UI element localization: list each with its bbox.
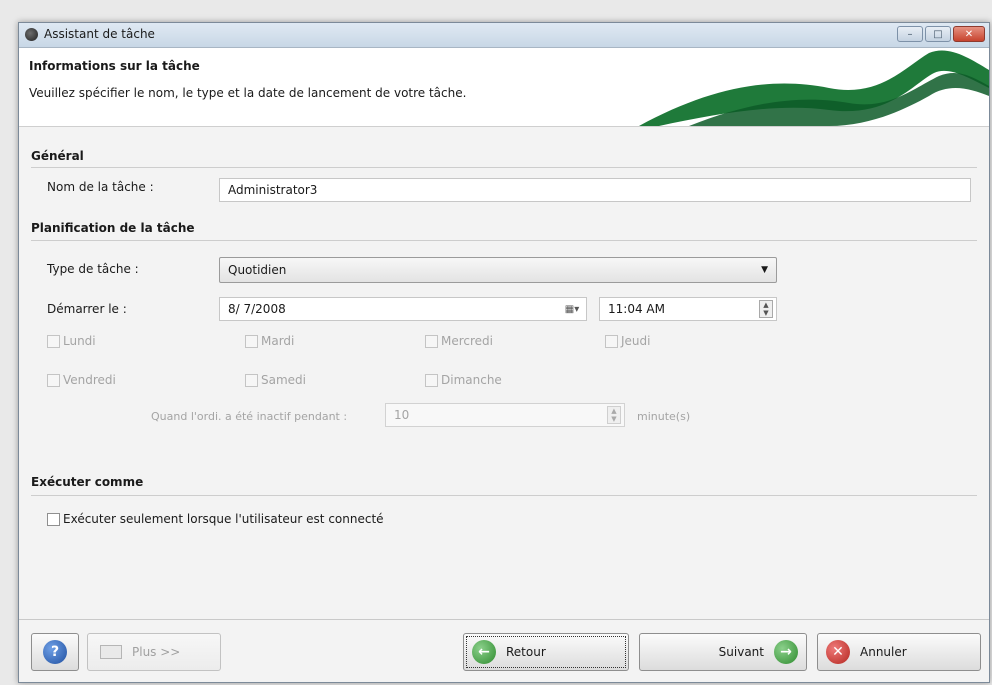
header-title: Informations sur la tâche [29,59,200,73]
task-wizard-window: Assistant de tâche – □ ✕ Informations su… [18,22,990,683]
divider [31,240,977,241]
window-controls: – □ ✕ [897,26,985,42]
start-date-value: 8/ 7/2008 [228,302,286,316]
task-type-select[interactable]: Quotidien ▼ [219,257,777,283]
more-button-label: Plus >> [132,645,181,659]
wizard-content: Général Nom de la tâche : Administrator3… [19,127,989,682]
task-name-input[interactable]: Administrator3 [219,178,971,202]
more-button[interactable]: Plus >> [87,633,221,671]
checkbox-samedi[interactable]: Samedi [245,373,306,387]
start-time-value: 11:04 AM [608,302,665,316]
checkbox-jeudi[interactable]: Jeudi [605,334,650,348]
idle-unit-label: minute(s) [637,410,691,423]
task-type-label: Type de tâche : [47,262,139,276]
help-button[interactable]: ? [31,633,79,671]
back-button[interactable]: ← Retour [463,633,629,671]
checkbox-label: Vendredi [63,373,116,387]
cancel-x-icon: ✕ [826,640,850,664]
checkbox-box [47,373,60,387]
checkbox-box [47,334,60,348]
cancel-button-label: Annuler [860,645,907,659]
idle-minutes-input[interactable]: 10 ▲ ▼ [385,403,625,427]
section-schedule: Planification de la tâche [31,221,195,235]
time-spinner-icon[interactable]: ▲ ▼ [759,300,773,318]
checkbox-label: Samedi [261,373,306,387]
start-date-input[interactable]: 8/ 7/2008 ▦▾ [219,297,587,321]
checkbox-box [47,512,60,526]
arrow-left-icon: ← [472,640,496,664]
checkbox-vendredi[interactable]: Vendredi [47,373,116,387]
wizard-header: Informations sur la tâche Veuillez spéci… [19,48,989,127]
checkbox-mardi[interactable]: Mardi [245,334,294,348]
checkbox-label: Mercredi [441,334,494,348]
checkbox-label: Exécuter seulement lorsque l'utilisateur… [63,512,384,526]
section-general: Général [31,149,84,163]
task-type-value: Quotidien [228,263,287,277]
checkbox-label: Lundi [63,334,96,348]
next-button[interactable]: Suivant → [639,633,807,671]
divider [31,167,977,168]
checkbox-mercredi[interactable]: Mercredi [425,334,493,348]
help-icon: ? [43,640,67,664]
window-title: Assistant de tâche [44,27,155,41]
calendar-dropdown-icon[interactable]: ▦▾ [562,301,582,317]
checkbox-label: Jeudi [621,334,651,348]
arrow-right-icon: → [774,640,798,664]
computer-icon [100,645,122,659]
cancel-button[interactable]: ✕ Annuler [817,633,981,671]
app-icon [25,28,38,41]
back-button-label: Retour [506,645,546,659]
next-button-label: Suivant [718,645,764,659]
minimize-button[interactable]: – [897,26,923,42]
idle-label: Quand l'ordi. a été inactif pendant : [151,410,348,423]
checkbox-box [605,334,618,348]
section-run-as: Exécuter comme [31,475,144,489]
checkbox-dimanche[interactable]: Dimanche [425,373,502,387]
close-button[interactable]: ✕ [953,26,985,42]
checkbox-box [425,373,438,387]
title-bar[interactable]: Assistant de tâche – □ ✕ [19,23,989,48]
start-time-input[interactable]: 11:04 AM ▲ ▼ [599,297,777,321]
start-date-label: Démarrer le : [47,302,127,316]
task-name-label: Nom de la tâche : [47,180,154,194]
checkbox-box [245,373,258,387]
checkbox-box [425,334,438,348]
checkbox-label: Dimanche [441,373,502,387]
checkbox-label: Mardi [261,334,295,348]
chevron-down-icon: ▼ [761,265,768,275]
idle-spinner-icon[interactable]: ▲ ▼ [607,406,621,424]
divider [31,495,977,496]
idle-minutes-value: 10 [394,408,410,422]
checkbox-run-only-logged-in[interactable]: Exécuter seulement lorsque l'utilisateur… [47,512,384,526]
checkbox-lundi[interactable]: Lundi [47,334,96,348]
maximize-button[interactable]: □ [925,26,951,42]
checkbox-box [245,334,258,348]
footer-divider [19,619,989,620]
header-subtitle: Veuillez spécifier le nom, le type et la… [29,86,467,100]
green-wave-graphic [639,50,989,126]
